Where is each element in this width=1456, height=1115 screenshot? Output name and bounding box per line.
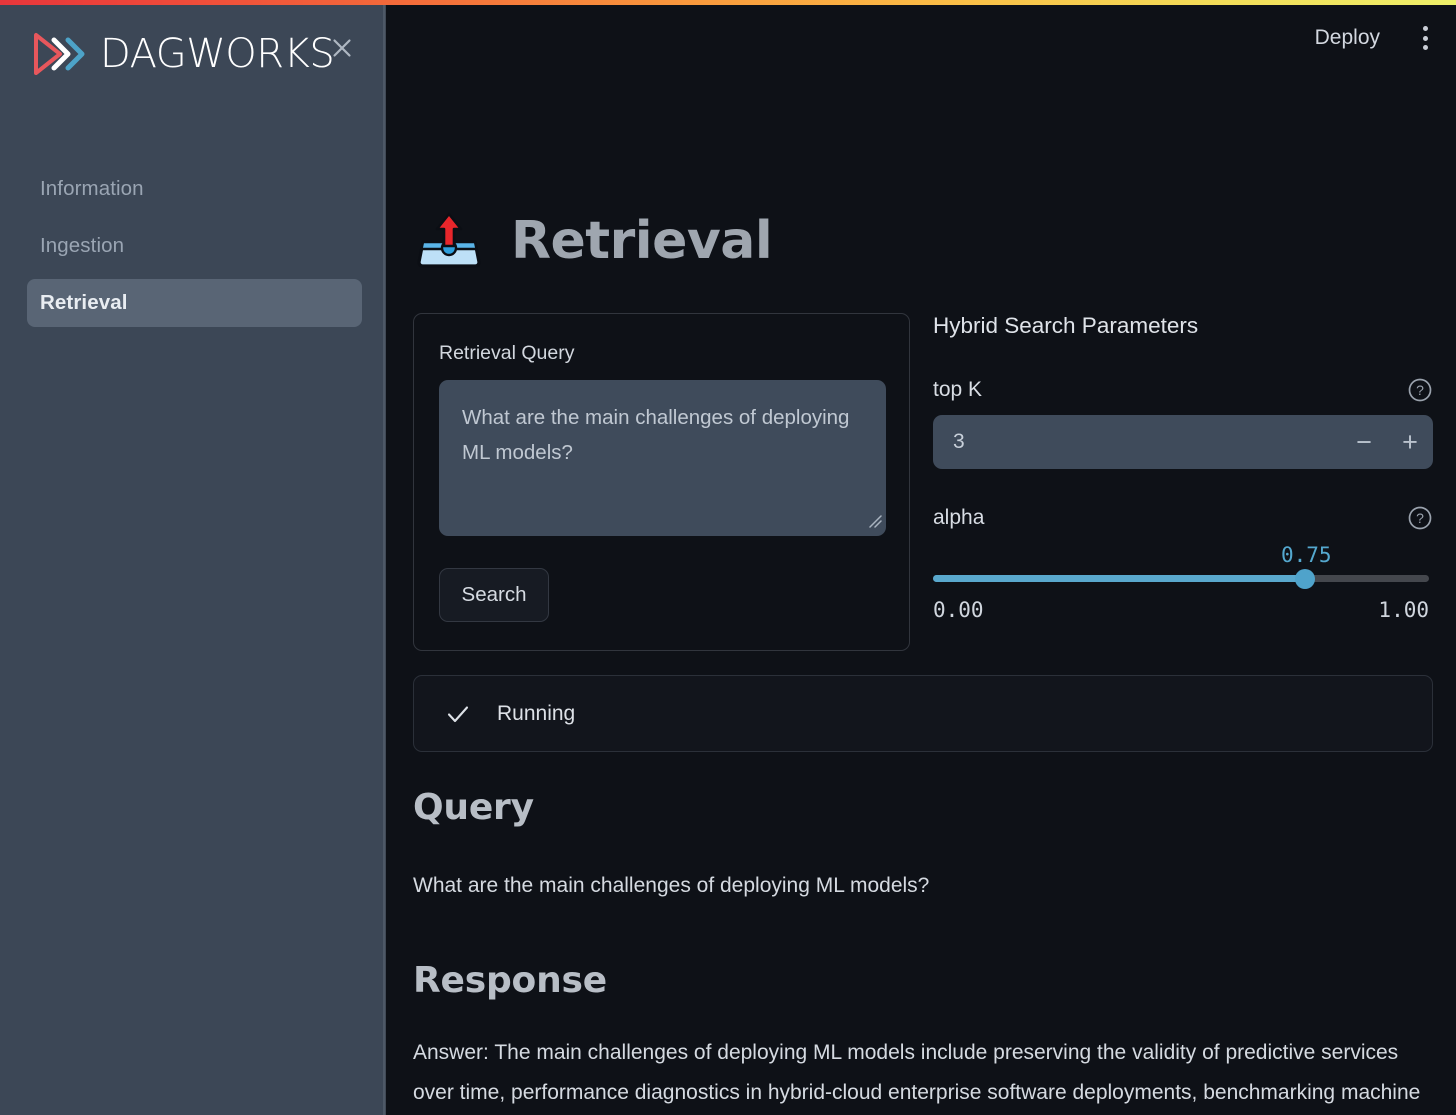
close-icon[interactable]: [327, 33, 357, 63]
svg-text:?: ?: [1416, 382, 1424, 398]
alpha-bounds: 0.00 1.00: [933, 598, 1429, 622]
page-title: Retrieval: [511, 211, 772, 271]
search-button[interactable]: Search: [439, 568, 549, 622]
alpha-header: alpha ?: [933, 505, 1433, 531]
app-window: DAGWORKS Information Ingestion Retrieval…: [0, 0, 1456, 1115]
kebab-dot: [1423, 36, 1428, 41]
status-bar: Running: [413, 675, 1433, 752]
top-k-header: top K ?: [933, 377, 1433, 403]
response-text: Answer: The main challenges of deploying…: [413, 1033, 1433, 1115]
top-k-label: top K: [933, 378, 982, 402]
top-k-increment-button[interactable]: +: [1387, 415, 1433, 469]
page-header: Retrieval: [413, 210, 772, 272]
retrieval-query-card: Retrieval Query Search: [413, 313, 910, 651]
response-heading: Response: [413, 960, 1433, 1001]
params-title: Hybrid Search Parameters: [933, 313, 1433, 339]
sidebar-item-ingestion[interactable]: Ingestion: [27, 222, 362, 270]
sidebar-resize-handle[interactable]: [383, 5, 386, 1115]
check-icon: [445, 701, 471, 727]
sidebar-item-label: Information: [40, 177, 144, 201]
sidebar-nav: Information Ingestion Retrieval: [0, 165, 386, 336]
results-section: Query What are the main challenges of de…: [413, 787, 1433, 1115]
inbox-tray-up-arrow-icon: [413, 210, 485, 272]
alpha-min-label: 0.00: [933, 598, 984, 622]
deploy-button[interactable]: Deploy: [1309, 22, 1386, 54]
status-text: Running: [497, 702, 575, 726]
query-heading: Query: [413, 787, 1433, 828]
sidebar-item-retrieval[interactable]: Retrieval: [27, 279, 362, 327]
alpha-label: alpha: [933, 506, 984, 530]
more-options-icon[interactable]: [1412, 23, 1438, 53]
alpha-max-label: 1.00: [1378, 598, 1429, 622]
svg-text:?: ?: [1416, 510, 1424, 526]
alpha-value-text: 0.75: [1281, 543, 1332, 567]
hybrid-search-parameters: Hybrid Search Parameters top K ? − + alp…: [933, 313, 1433, 622]
top-k-input[interactable]: [933, 430, 1341, 454]
retrieval-query-label: Retrieval Query: [439, 342, 574, 365]
main-content: Deploy Retrieval Retrieval Query S: [387, 5, 1456, 1115]
alpha-slider-fill: [933, 575, 1305, 582]
brand-name: DAGWORKS: [100, 34, 334, 74]
brand-logo[interactable]: DAGWORKS: [32, 31, 334, 77]
help-icon-alpha[interactable]: ?: [1407, 505, 1433, 531]
alpha-slider-thumb[interactable]: [1295, 569, 1315, 589]
sidebar-item-label: Retrieval: [40, 291, 128, 315]
top-k-stepper[interactable]: − +: [933, 415, 1433, 469]
alpha-current-value: 0.75: [933, 543, 1433, 569]
sidebar-item-label: Ingestion: [40, 234, 124, 258]
alpha-slider[interactable]: [933, 575, 1429, 582]
help-icon-top-k[interactable]: ?: [1407, 377, 1433, 403]
query-text: What are the main challenges of deployin…: [413, 866, 1433, 906]
sidebar-item-information[interactable]: Information: [27, 165, 362, 213]
kebab-dot: [1423, 26, 1428, 31]
dagworks-logo-icon: [32, 31, 90, 77]
top-k-decrement-button[interactable]: −: [1341, 415, 1387, 469]
sidebar: DAGWORKS Information Ingestion Retrieval: [0, 5, 386, 1115]
top-toolbar: Deploy: [1309, 5, 1456, 71]
alpha-block: alpha ? 0.75 0.00 1.00: [933, 505, 1433, 622]
kebab-dot: [1423, 45, 1428, 50]
retrieval-query-input[interactable]: [439, 380, 886, 536]
accent-gradient-bar: [0, 0, 1456, 5]
close-glyph: [330, 36, 354, 60]
